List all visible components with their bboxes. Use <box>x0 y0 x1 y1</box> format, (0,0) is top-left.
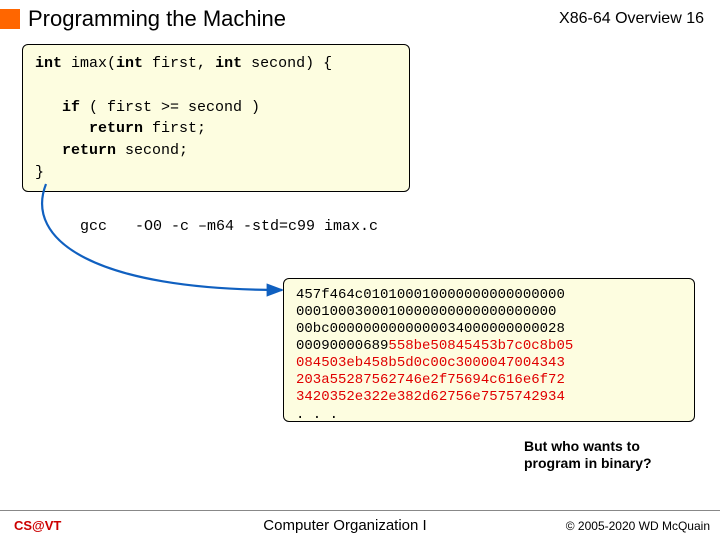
keyword-return: return <box>89 120 143 137</box>
hex-dump-box: 457f464c010100010000000000000000 0001000… <box>283 278 695 422</box>
keyword-if: if <box>62 99 80 116</box>
footer-org: CS@VT <box>0 518 160 533</box>
accent-square <box>0 9 20 29</box>
footer-course: Computer Organization I <box>160 517 530 534</box>
footer-copyright: © 2005-2020 WD McQuain <box>530 519 720 533</box>
gcc-label: gcc <box>80 218 107 235</box>
slide-footer: CS@VT Computer Organization I © 2005-202… <box>0 510 720 540</box>
callout-text: But who wants to program in binary? <box>524 438 684 472</box>
gcc-args: -O0 -c –m64 -std=c99 imax.c <box>135 218 378 235</box>
gcc-command: gcc -O0 -c –m64 -std=c99 imax.c <box>80 218 378 235</box>
slide-number: X86-64 Overview 16 <box>559 10 712 28</box>
highlighted-bytes: 558be50845453b7c0c8b05 <box>388 338 573 354</box>
c-source-box: int imax(int first, int second) { if ( f… <box>22 44 410 192</box>
keyword-int: int <box>35 55 62 72</box>
slide-title: Programming the Machine <box>28 6 559 32</box>
slide-header: Programming the Machine X86-64 Overview … <box>0 0 720 36</box>
flow-arrow <box>34 180 294 310</box>
